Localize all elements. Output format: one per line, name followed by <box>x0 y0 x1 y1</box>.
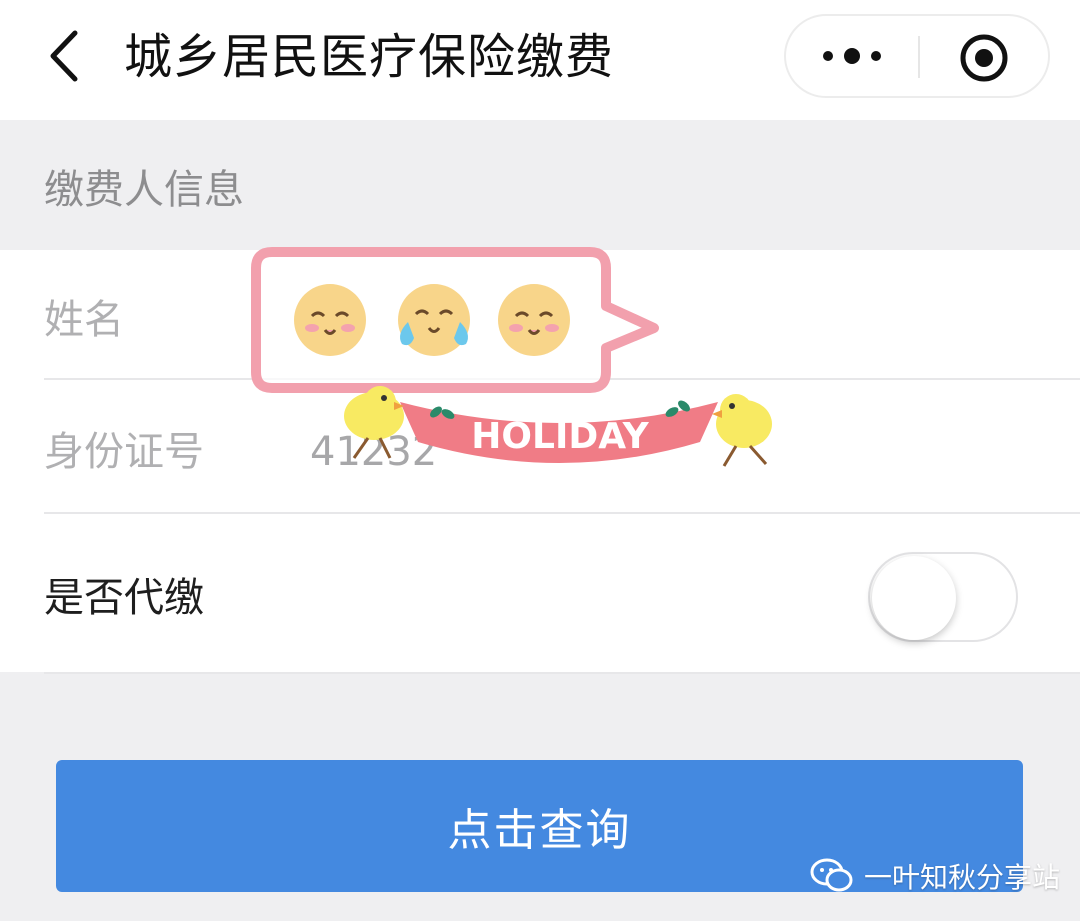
more-button[interactable] <box>816 34 888 78</box>
chick-icon <box>712 394 772 467</box>
name-label: 姓名 <box>44 297 124 343</box>
banner-text: HOLIDAY <box>471 416 649 457</box>
holiday-sticker-overlay: HOLIDAY <box>251 247 772 467</box>
proxy-payment-toggle[interactable] <box>868 552 1018 642</box>
wechat-icon <box>810 858 853 892</box>
divider <box>44 512 1080 514</box>
chevron-left-icon <box>50 30 78 82</box>
page-title: 城乡居民医疗保险缴费 <box>124 29 615 85</box>
back-button[interactable] <box>38 26 88 86</box>
chick-icon <box>344 386 404 459</box>
close-mini-program-button[interactable] <box>958 32 1010 84</box>
navigation-bar: 城乡居民医疗保险缴费 <box>0 0 1080 120</box>
mini-program-capsule <box>784 14 1050 98</box>
toggle-knob <box>872 556 956 640</box>
divider <box>44 672 1080 674</box>
crying-face-icon <box>398 284 470 356</box>
section-title: 缴费人信息 <box>44 167 244 213</box>
watermark-text: 一叶知秋分享站 <box>864 861 1061 894</box>
proxy-payment-label: 是否代缴 <box>44 575 204 621</box>
watermark: 一叶知秋分享站 <box>810 856 1060 896</box>
smiling-face-icon <box>498 284 570 356</box>
target-circle-icon <box>960 34 1008 82</box>
capsule-divider <box>918 36 920 78</box>
smiling-face-icon <box>294 284 366 356</box>
more-dots-icon <box>823 48 881 64</box>
id-number-label: 身份证号 <box>44 429 204 475</box>
